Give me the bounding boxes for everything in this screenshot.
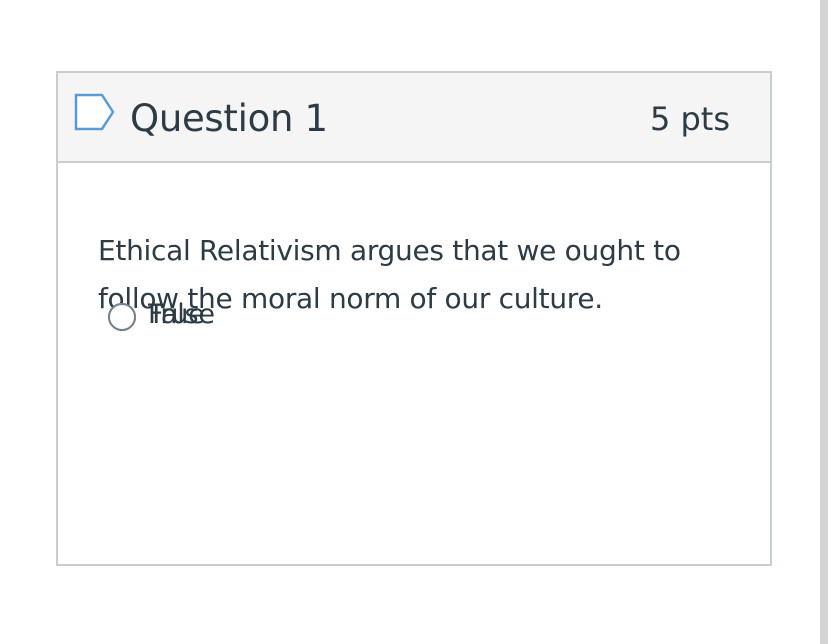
question-title: Question 1 <box>130 97 328 140</box>
radio-button-false[interactable] <box>108 303 136 331</box>
scrollbar-track[interactable] <box>820 0 828 644</box>
question-header: Question 1 5 pts <box>58 73 770 163</box>
quiz-page: Question 1 5 pts Ethical Relativism argu… <box>0 0 828 644</box>
answer-label-false: False <box>148 299 215 330</box>
question-card: Question 1 5 pts Ethical Relativism argu… <box>56 71 772 566</box>
question-points: 5 pts <box>649 100 730 138</box>
flag-question-icon[interactable] <box>74 93 116 131</box>
